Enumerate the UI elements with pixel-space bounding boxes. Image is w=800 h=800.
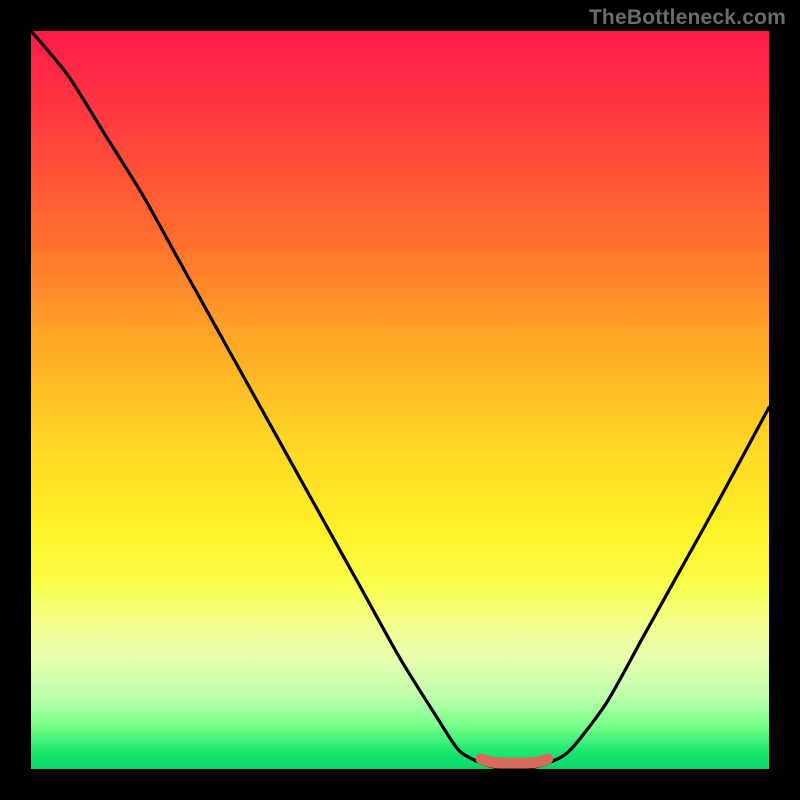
curve-group: [31, 31, 769, 770]
bottleneck-curve-layer: [0, 0, 800, 800]
plateau-marker: [481, 759, 547, 763]
bottleneck-curve-path: [31, 31, 769, 770]
chart-frame: TheBottleneck.com: [0, 0, 800, 800]
watermark-text: TheBottleneck.com: [589, 6, 786, 30]
